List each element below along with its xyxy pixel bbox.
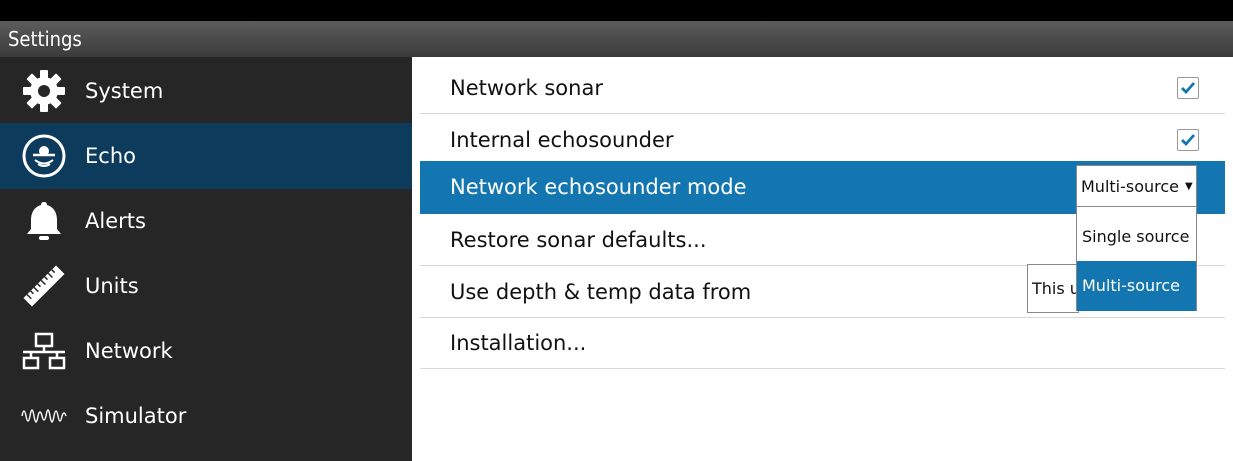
- echosounder-mode-dropdown: Single source Multi-source: [1076, 206, 1197, 311]
- sidebar-item-label: System: [85, 79, 164, 103]
- bell-icon: [20, 197, 68, 245]
- gear-icon: [20, 67, 68, 115]
- select-value: Multi-source: [1081, 176, 1180, 196]
- row-label: Installation...: [450, 330, 587, 355]
- right-edge: [1225, 57, 1233, 461]
- row-label: Network echosounder mode: [450, 175, 747, 199]
- dropdown-option-multi-source[interactable]: Multi-source: [1077, 261, 1196, 311]
- echosounder-mode-select[interactable]: Multi-source ▼: [1076, 165, 1197, 207]
- sidebar-item-label: Alerts: [85, 209, 146, 233]
- network-icon: [20, 327, 68, 375]
- title-bar: Settings: [0, 21, 1233, 57]
- checkmark-icon: [1181, 133, 1196, 146]
- sidebar-item-simulator[interactable]: Simulator: [0, 383, 412, 449]
- row-internal-echosounder[interactable]: Internal echosounder: [420, 114, 1225, 166]
- sidebar-item-system[interactable]: System: [0, 58, 412, 124]
- ruler-icon: [20, 262, 68, 310]
- sidebar: System Echo Alerts Units Network Simulat…: [0, 57, 412, 461]
- sidebar-item-label: Simulator: [85, 404, 187, 428]
- sidebar-item-label: Units: [85, 274, 139, 298]
- row-network-sonar[interactable]: Network sonar: [420, 62, 1225, 114]
- row-label: Internal echosounder: [450, 127, 674, 152]
- row-label: Restore sonar defaults...: [450, 227, 707, 252]
- internal-echosounder-checkbox[interactable]: [1177, 128, 1199, 151]
- waveform-icon: [20, 392, 68, 440]
- sidebar-item-alerts[interactable]: Alerts: [0, 188, 412, 254]
- chevron-down-icon: ▼: [1185, 180, 1193, 192]
- row-label: Use depth & temp data from: [450, 279, 752, 304]
- top-black-bar: [0, 0, 1233, 21]
- row-label: Network sonar: [450, 75, 603, 100]
- window-title: Settings: [8, 27, 82, 51]
- sidebar-item-label: Network: [85, 339, 173, 363]
- sidebar-item-echo[interactable]: Echo: [0, 123, 412, 189]
- sidebar-item-units[interactable]: Units: [0, 253, 412, 319]
- depth-temp-source-select[interactable]: This ur: [1027, 264, 1079, 313]
- row-installation[interactable]: Installation...: [420, 317, 1225, 369]
- network-sonar-checkbox[interactable]: [1177, 76, 1199, 99]
- dropdown-option-single-source[interactable]: Single source: [1077, 212, 1196, 262]
- sidebar-item-label: Echo: [85, 144, 136, 168]
- select-value: This ur: [1032, 279, 1079, 298]
- sidebar-item-network[interactable]: Network: [0, 318, 412, 384]
- sonar-icon: [20, 132, 68, 180]
- checkmark-icon: [1181, 81, 1196, 94]
